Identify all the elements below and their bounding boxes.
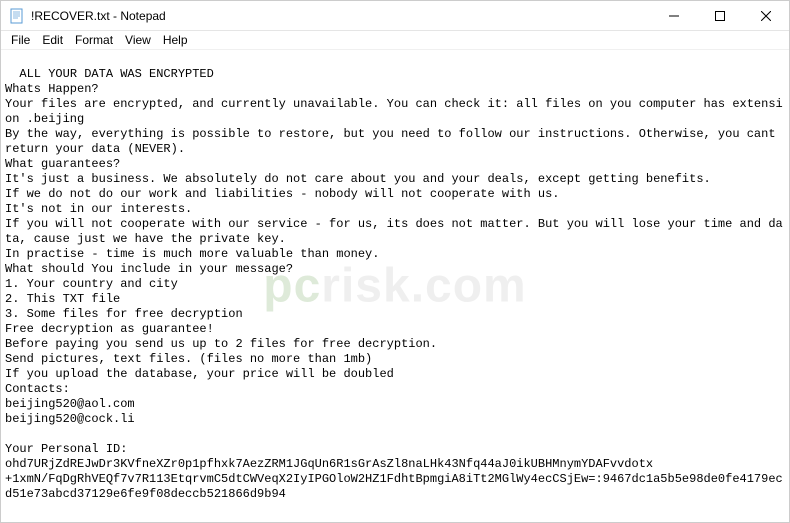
menu-format[interactable]: Format — [69, 32, 119, 48]
watermark-suffix: risk.com — [321, 260, 526, 313]
minimize-button[interactable] — [651, 1, 697, 31]
maximize-button[interactable] — [697, 1, 743, 31]
menu-file[interactable]: File — [5, 32, 36, 48]
titlebar: !RECOVER.txt - Notepad — [1, 1, 789, 31]
notepad-icon — [9, 8, 25, 24]
text-area[interactable]: pcrisk.comALL YOUR DATA WAS ENCRYPTED Wh… — [1, 50, 789, 522]
window-title: !RECOVER.txt - Notepad — [31, 9, 651, 23]
close-button[interactable] — [743, 1, 789, 31]
menubar: File Edit Format View Help — [1, 31, 789, 50]
menu-view[interactable]: View — [119, 32, 157, 48]
window-controls — [651, 1, 789, 30]
menu-edit[interactable]: Edit — [36, 32, 69, 48]
document-text: ALL YOUR DATA WAS ENCRYPTED Whats Happen… — [5, 67, 783, 501]
watermark: pcrisk.com — [263, 279, 526, 294]
menu-help[interactable]: Help — [157, 32, 194, 48]
